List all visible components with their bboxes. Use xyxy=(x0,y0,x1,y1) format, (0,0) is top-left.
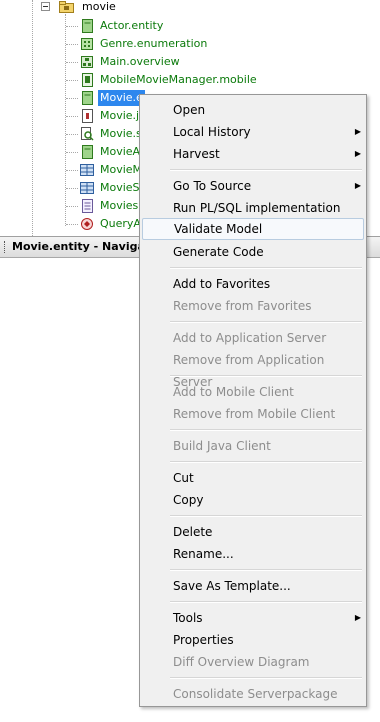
menu-item-build-java-client[interactable]: Build Java Client xyxy=(140,435,366,457)
tree-item-query-a[interactable]: QueryA xyxy=(80,215,141,233)
menu-item-add-to-app-server[interactable]: Add to Application Server xyxy=(140,327,366,349)
menu-item-label: Consolidate Serverpackage xyxy=(173,687,338,701)
menu-item-label: Open xyxy=(173,103,206,117)
menu-item-generate-code[interactable]: Generate Code xyxy=(140,241,366,263)
menu-item-label: Add to Favorites xyxy=(173,277,271,291)
menu-separator xyxy=(170,169,362,171)
submenu-arrow-icon: ▶ xyxy=(354,181,361,190)
entity-file-icon xyxy=(80,19,94,33)
menu-item-local-history[interactable]: Local History ▶ xyxy=(140,121,366,143)
menu-item-label: Add to Application Server xyxy=(173,331,327,345)
submenu-arrow-icon: ▶ xyxy=(354,127,361,136)
tree-item-label: Genre.enumeration xyxy=(100,37,208,50)
tree-item-label: Movie.e xyxy=(98,90,145,106)
package-folder-icon xyxy=(59,1,74,13)
menu-item-delete[interactable]: Delete xyxy=(140,521,366,543)
menu-item-label: Cut xyxy=(173,471,194,485)
table-icon xyxy=(80,163,94,177)
mobile-file-icon xyxy=(80,73,94,87)
tree-item-genre-enumeration[interactable]: Genre.enumeration xyxy=(80,35,207,53)
menu-item-remove-from-favorites[interactable]: Remove from Favorites xyxy=(140,295,366,317)
menu-item-copy[interactable]: Copy xyxy=(140,489,366,511)
tree-guide-line xyxy=(65,14,66,226)
menu-item-label: Harvest xyxy=(173,147,220,161)
tree-item-actor-entity[interactable]: Actor.entity xyxy=(80,17,163,35)
menu-item-label: Build Java Client xyxy=(173,439,271,453)
tree-item-movie-search[interactable]: Movie.s xyxy=(80,125,142,143)
menu-item-cut[interactable]: Cut xyxy=(140,467,366,489)
menu-separator xyxy=(170,375,362,377)
menu-item-remove-from-app-server[interactable]: Remove from Application Server xyxy=(140,349,366,389)
menu-item-label: Copy xyxy=(173,493,204,507)
tree-item-label: Movie.s xyxy=(100,127,142,140)
entity-file-icon xyxy=(80,91,94,105)
menu-item-label: Diff Overview Diagram xyxy=(173,655,310,669)
tree-item-movie-entity[interactable]: Movie.e xyxy=(80,89,145,107)
menu-item-harvest[interactable]: Harvest ▶ xyxy=(140,143,366,165)
menu-item-go-to-source[interactable]: Go To Source ▶ xyxy=(140,175,366,197)
tree-item-movie-se[interactable]: MovieSe xyxy=(80,179,146,197)
menu-separator xyxy=(170,601,362,603)
search-file-icon xyxy=(80,127,94,141)
menu-item-properties[interactable]: Properties xyxy=(140,629,366,651)
tree-item-main-overview[interactable]: Main.overview xyxy=(80,53,180,71)
menu-separator xyxy=(170,321,362,323)
menu-item-label: Validate Model xyxy=(174,222,263,236)
menu-item-consolidate-serverpackage[interactable]: Consolidate Serverpackage xyxy=(140,683,366,705)
menu-item-label: Save As Template... xyxy=(173,579,291,593)
menu-separator xyxy=(170,267,362,269)
menu-item-label: Tools xyxy=(173,611,203,625)
tree-item-movie-java[interactable]: Movie.ja xyxy=(80,107,146,125)
menu-item-tools[interactable]: Tools ▶ xyxy=(140,607,366,629)
tree-item-label: MobileMovieManager.mobile xyxy=(100,73,257,86)
document-icon xyxy=(80,199,94,213)
java-file-icon xyxy=(80,109,94,123)
menu-item-label: Add to Mobile Client xyxy=(173,385,294,399)
enumeration-icon xyxy=(80,37,94,51)
menu-item-label: Go To Source xyxy=(173,179,252,193)
submenu-arrow-icon: ▶ xyxy=(354,613,361,622)
menu-separator xyxy=(170,677,362,679)
menu-item-label: Delete xyxy=(173,525,213,539)
menu-item-rename[interactable]: Rename... xyxy=(140,543,366,565)
table-icon xyxy=(80,181,94,195)
tree-item-label: Actor.entity xyxy=(100,19,164,32)
menu-separator xyxy=(170,569,362,571)
menu-item-diff-overview-diagram[interactable]: Diff Overview Diagram xyxy=(140,651,366,673)
menu-separator xyxy=(170,461,362,463)
menu-item-label: Local History xyxy=(173,125,251,139)
menu-item-save-as-template[interactable]: Save As Template... xyxy=(140,575,366,597)
menu-item-run-plsql-test[interactable]: Run PL/SQL implementation test xyxy=(140,197,366,237)
submenu-arrow-icon: ▶ xyxy=(354,149,361,158)
menu-item-validate-model[interactable]: Validate Model xyxy=(142,218,364,240)
menu-item-open[interactable]: Open xyxy=(140,99,366,121)
tree-guide-line xyxy=(32,0,33,236)
tree-item-label: QueryA xyxy=(100,217,141,230)
context-menu: Open Local History ▶ Harvest ▶ Go To Sourc… xyxy=(139,94,367,707)
menu-separator xyxy=(170,429,362,431)
menu-item-label: Remove from Favorites xyxy=(173,299,312,313)
menu-item-add-to-mobile-client[interactable]: Add to Mobile Client xyxy=(140,381,366,403)
tree-root-label[interactable]: movie xyxy=(82,0,116,13)
menu-item-add-to-favorites[interactable]: Add to Favorites xyxy=(140,273,366,295)
menu-item-label: Properties xyxy=(173,633,234,647)
collapse-toggle-icon[interactable] xyxy=(41,2,50,11)
tree-item-label: Main.overview xyxy=(100,55,180,68)
query-icon xyxy=(80,217,94,231)
drag-grip-icon[interactable] xyxy=(4,241,8,253)
menu-item-label: Generate Code xyxy=(173,245,264,259)
entity-file-icon xyxy=(80,145,94,159)
tree-item-movie-ac[interactable]: MovieAc xyxy=(80,143,146,161)
menu-separator xyxy=(170,515,362,517)
overview-icon xyxy=(80,55,94,69)
tree-item-mobile-movie-manager[interactable]: MobileMovieManager.mobile xyxy=(80,71,257,89)
menu-item-label: Remove from Mobile Client xyxy=(173,407,336,421)
menu-item-remove-from-mobile-client[interactable]: Remove from Mobile Client xyxy=(140,403,366,425)
tree-item-movies-e[interactable]: MoviesE xyxy=(80,197,145,215)
menu-item-label: Rename... xyxy=(173,547,234,561)
